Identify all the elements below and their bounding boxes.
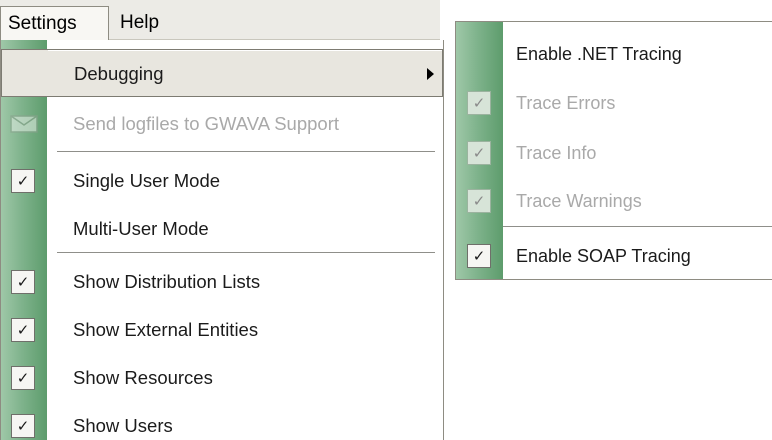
checkmark-icon: ✓: [467, 244, 491, 268]
menu-item-label: Show Distribution Lists: [73, 271, 261, 292]
menu-item-show-resources[interactable]: ✓ Show Resources: [1, 354, 443, 402]
checkmark-icon: ✓: [11, 414, 35, 438]
menu-item-trace-info[interactable]: ✓ Trace Info: [456, 129, 772, 177]
menu-item-label: Show Users: [73, 415, 173, 436]
menu-bar: Settings Help: [0, 0, 440, 40]
menu-item-show-distribution-lists[interactable]: ✓ Show Distribution Lists: [1, 258, 443, 306]
menu-item-label: Show Resources: [73, 367, 213, 388]
menu-item-label: Enable .NET Tracing: [516, 44, 682, 64]
menu-item-label: Enable SOAP Tracing: [516, 246, 691, 266]
menu-item-label: Trace Errors: [516, 93, 616, 113]
menu-item-show-external-entities[interactable]: ✓ Show External Entities: [1, 306, 443, 354]
menu-item-enable-net-tracing[interactable]: Enable .NET Tracing: [456, 30, 772, 78]
menu-item-debugging[interactable]: Debugging: [1, 49, 443, 97]
checkmark-icon: ✓: [467, 189, 491, 213]
menu-item-label: Trace Info: [516, 143, 597, 163]
checkmark-icon: ✓: [467, 141, 491, 165]
menu-item-label: Multi-User Mode: [73, 218, 209, 239]
checkmark-icon: ✓: [11, 270, 35, 294]
menu-item-show-users[interactable]: ✓ Show Users: [1, 402, 443, 440]
checkmark-icon: ✓: [11, 366, 35, 390]
debugging-submenu: Enable .NET Tracing ✓ Trace Errors ✓ Tra…: [455, 21, 772, 280]
menu-item-label: Send logfiles to GWAVA Support: [73, 113, 339, 134]
menu-item-trace-warnings[interactable]: ✓ Trace Warnings: [456, 177, 772, 225]
menu-item-enable-soap-tracing[interactable]: ✓ Enable SOAP Tracing: [456, 232, 772, 280]
app-root: Settings Help Debugging Send logfiles to…: [0, 0, 772, 440]
menu-help[interactable]: Help: [110, 6, 174, 40]
menu-item-label: Trace Warnings: [516, 191, 642, 211]
checkmark-icon: ✓: [11, 318, 35, 342]
menu-item-single-user-mode[interactable]: ✓ Single User Mode: [1, 157, 443, 205]
menu-item-multi-user-mode[interactable]: Multi-User Mode: [1, 205, 443, 253]
menu-item-label: Show External Entities: [73, 319, 259, 340]
envelope-icon: [10, 115, 38, 133]
settings-menu: Debugging Send logfiles to GWAVA Support…: [0, 40, 444, 440]
submenu-arrow-icon: [427, 68, 434, 80]
menu-item-trace-errors[interactable]: ✓ Trace Errors: [456, 79, 772, 127]
menu-separator: [57, 151, 435, 153]
menu-item-label: Debugging: [74, 63, 164, 84]
menu-separator: [503, 226, 772, 228]
menu-settings[interactable]: Settings: [0, 6, 109, 40]
menu-separator: [57, 252, 435, 254]
menu-item-label: Single User Mode: [73, 170, 221, 191]
menu-item-send-logfiles[interactable]: Send logfiles to GWAVA Support: [1, 100, 443, 148]
checkmark-icon: ✓: [11, 169, 35, 193]
checkmark-icon: ✓: [467, 91, 491, 115]
